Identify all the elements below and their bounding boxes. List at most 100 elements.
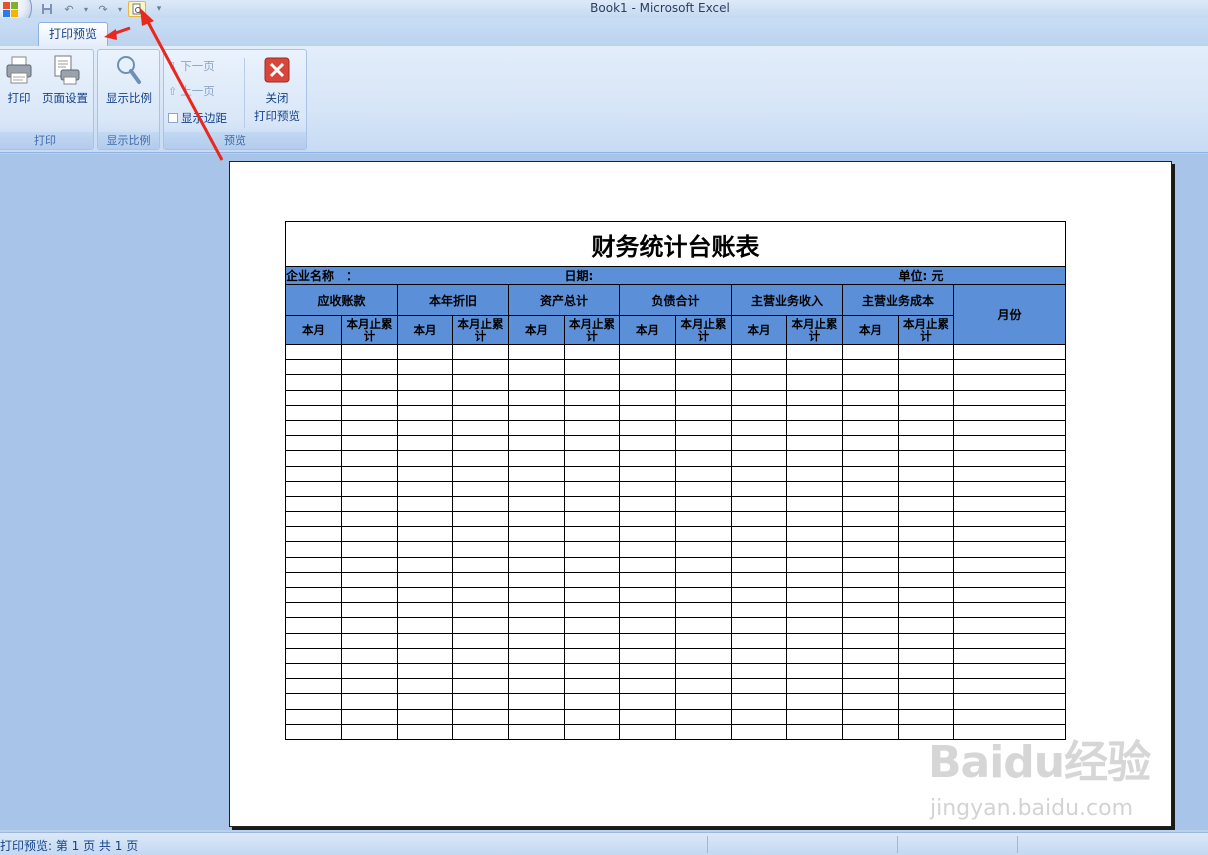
table-cell[interactable] [953,617,1066,634]
table-cell[interactable] [452,359,509,376]
table-cell[interactable] [842,374,899,391]
table-cell[interactable] [953,541,1066,558]
table-cell[interactable] [675,723,732,740]
table-cell[interactable] [285,419,342,437]
table-cell[interactable] [508,450,565,467]
table-cell[interactable] [564,586,620,604]
table-cell[interactable] [786,586,843,604]
table-cell[interactable] [285,708,342,725]
table-cell[interactable] [953,404,1066,421]
table-cell[interactable] [452,511,509,528]
table-cell[interactable] [285,586,342,604]
table-cell[interactable] [786,678,843,695]
table-cell[interactable] [786,495,843,513]
table-cell[interactable] [452,389,509,406]
save-icon[interactable] [38,1,56,17]
table-cell[interactable] [731,693,787,710]
table-cell[interactable] [619,404,676,421]
table-cell[interactable] [898,662,954,680]
table-cell[interactable] [341,662,398,680]
table-cell[interactable] [619,678,676,695]
table-cell[interactable] [341,708,398,725]
table-cell[interactable] [508,389,565,406]
table-cell[interactable] [508,359,565,376]
table-cell[interactable] [731,404,787,421]
table-cell[interactable] [341,526,398,543]
table-cell[interactable] [675,389,732,406]
table-cell[interactable] [452,526,509,543]
table-cell[interactable] [619,602,676,619]
table-cell[interactable] [397,404,453,421]
redo-dropdown-icon[interactable]: ▾ [116,1,124,17]
table-cell[interactable] [953,693,1066,710]
table-cell[interactable] [731,495,787,513]
table-cell[interactable] [675,404,732,421]
table-cell[interactable] [619,617,676,634]
table-cell[interactable] [731,662,787,680]
table-cell[interactable] [898,526,954,543]
table-cell[interactable] [675,526,732,543]
table-cell[interactable] [619,662,676,680]
table-cell[interactable] [786,571,843,589]
table-cell[interactable] [731,359,787,376]
table-cell[interactable] [842,450,899,467]
table-cell[interactable] [898,632,954,649]
table-cell[interactable] [953,571,1066,589]
table-cell[interactable] [731,708,787,725]
table-cell[interactable] [842,359,899,376]
table-cell[interactable] [508,435,565,452]
table-cell[interactable] [564,723,620,740]
checkbox-box[interactable] [168,113,178,123]
table-cell[interactable] [508,511,565,528]
table-cell[interactable] [452,693,509,710]
table-cell[interactable] [786,556,843,573]
table-cell[interactable] [564,617,620,634]
table-cell[interactable] [731,450,787,467]
table-cell[interactable] [619,374,676,391]
table-cell[interactable] [285,556,342,573]
table-cell[interactable] [397,526,453,543]
table-cell[interactable] [397,602,453,619]
tab-print-preview[interactable]: 打印预览 [38,22,108,46]
table-cell[interactable] [898,617,954,634]
table-cell[interactable] [397,480,453,497]
table-cell[interactable] [675,617,732,634]
table-cell[interactable] [619,541,676,558]
table-cell[interactable] [452,343,509,361]
table-cell[interactable] [675,678,732,695]
table-cell[interactable] [397,389,453,406]
table-cell[interactable] [786,450,843,467]
table-cell[interactable] [397,435,453,452]
table-cell[interactable] [898,465,954,482]
table-cell[interactable] [953,465,1066,482]
table-cell[interactable] [452,662,509,680]
table-cell[interactable] [953,389,1066,406]
table-cell[interactable] [341,419,398,437]
table-cell[interactable] [842,511,899,528]
table-cell[interactable] [285,389,342,406]
table-cell[interactable] [508,343,565,361]
table-cell[interactable] [675,374,732,391]
table-cell[interactable] [619,723,676,740]
table-cell[interactable] [619,511,676,528]
table-cell[interactable] [341,404,398,421]
table-cell[interactable] [452,571,509,589]
table-cell[interactable] [731,617,787,634]
table-cell[interactable] [397,556,453,573]
table-cell[interactable] [397,632,453,649]
table-cell[interactable] [397,586,453,604]
print-button[interactable]: 打印 [1,54,37,106]
table-cell[interactable] [731,389,787,406]
table-cell[interactable] [508,571,565,589]
table-cell[interactable] [675,359,732,376]
table-cell[interactable] [731,541,787,558]
table-cell[interactable] [619,526,676,543]
table-cell[interactable] [675,556,732,573]
table-cell[interactable] [731,632,787,649]
table-cell[interactable] [341,571,398,589]
table-cell[interactable] [675,602,732,619]
table-cell[interactable] [341,359,398,376]
table-cell[interactable] [397,647,453,664]
table-cell[interactable] [619,586,676,604]
table-cell[interactable] [564,541,620,558]
